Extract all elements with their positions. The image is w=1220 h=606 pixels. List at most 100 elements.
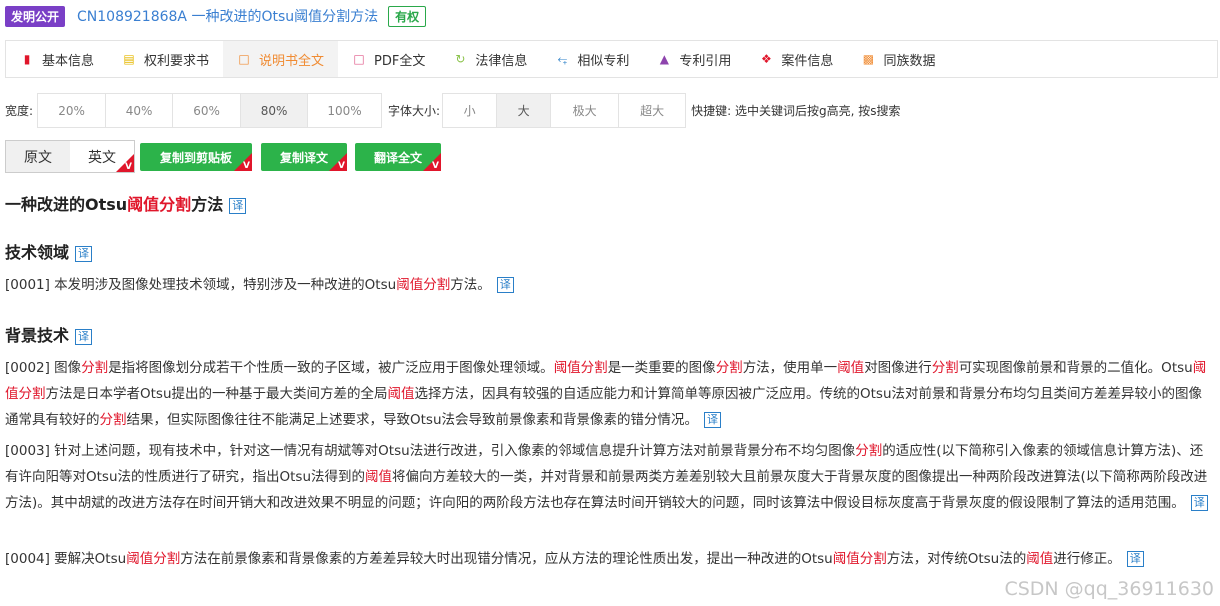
vip-mark: V (338, 161, 345, 171)
para-text: [0001] 本发明涉及图像处理技术领域，特别涉及一种改进的Otsu (5, 277, 397, 293)
section-heading-tech-field: 技术领域译 (5, 239, 93, 263)
section-heading-text: 技术领域 (5, 243, 70, 262)
width-option-60[interactable]: 60% (173, 94, 242, 127)
puzzle-icon: ▩ (862, 52, 875, 66)
width-option-20[interactable]: 20% (38, 94, 107, 127)
title-highlight: 阈值分割 (127, 195, 192, 214)
keyword-highlight: 阈值 (837, 360, 865, 376)
keyword-highlight: 分割 (855, 443, 883, 459)
document-icon: ▤ (123, 52, 135, 66)
tab-label: 权利要求书 (144, 53, 210, 69)
translate-icon[interactable]: 译 (1190, 495, 1208, 511)
tab-label: 同族数据 (883, 53, 936, 69)
width-option-100[interactable]: 100% (308, 94, 381, 127)
translate-icon[interactable]: 译 (496, 277, 514, 293)
keyword-highlight: 分割 (99, 412, 127, 428)
translate-icon[interactable]: 译 (229, 197, 247, 214)
keyword-highlight: 分割 (931, 360, 959, 376)
copy-to-clipboard-button[interactable]: 复制到剪贴板 V (140, 143, 252, 171)
font-option-small[interactable]: 小 (443, 94, 498, 127)
paragraph-0004: [0004] 要解决Otsu阈值分割方法在前景像素和背景像素的方差差异较大时出现… (5, 546, 1208, 572)
sitemap-icon: ▲ (659, 52, 670, 66)
tab-label: 案件信息 (781, 53, 834, 69)
para-text: [0003] 针对上述问题，现有技术中，针对这一情况有胡斌等对Otsu法进行改进… (5, 443, 856, 459)
para-text: 是一类重要的图像 (607, 360, 716, 376)
keyword-highlight: 阈值 (387, 386, 415, 402)
vip-corner-icon: V (234, 153, 252, 171)
para-text: 进行修正。 (1053, 551, 1121, 567)
keyword-highlight: 阈值分割 (396, 277, 451, 293)
button-label: 复制译文 (279, 150, 328, 165)
publication-badge: 发明公开 (5, 5, 66, 27)
font-option-xlarge[interactable]: 极大 (551, 94, 620, 127)
tab-case-info[interactable]: ❖ 案件信息 (745, 41, 847, 77)
tab-claims[interactable]: ▤ 权利要求书 (108, 41, 223, 77)
para-text: 方法，使用单一 (742, 360, 838, 376)
lang-english-label: 英文 (88, 149, 116, 166)
tab-citations[interactable]: ▲ 专利引用 (643, 41, 745, 77)
lang-original-button[interactable]: 原文 (6, 141, 70, 172)
translate-icon[interactable]: 译 (704, 412, 722, 428)
vip-corner-icon: V (423, 153, 441, 171)
tab-family[interactable]: ▩ 同族数据 (847, 41, 949, 77)
vip-mark: V (432, 161, 439, 171)
keyword-highlight: 阈值分割 (126, 551, 181, 567)
patent-title-link[interactable]: CN108921868A 一种改进的Otsu阈值分割方法 (77, 6, 378, 26)
tab-label: 说明书全文 (259, 53, 325, 69)
tab-basic-info[interactable]: ▮ 基本信息 (6, 41, 108, 77)
tab-label: 专利引用 (679, 53, 732, 69)
paragraph-0003: [0003] 针对上述问题，现有技术中，针对这一情况有胡斌等对Otsu法进行改进… (5, 438, 1208, 516)
font-option-xxlarge[interactable]: 超大 (619, 94, 685, 127)
tab-similar[interactable]: ⥆ 相似专利 (541, 41, 643, 77)
para-text: 方法，对传统Otsu法的 (886, 551, 1027, 567)
para-text: [0004] 要解决Otsu (5, 551, 127, 567)
patent-header: 发明公开 CN108921868A 一种改进的Otsu阈值分割方法 有权 (5, 5, 427, 27)
detail-tab-bar: ▮ 基本信息 ▤ 权利要求书 □ 说明书全文 □ PDF全文 ↻ 法律信息 ⥆ … (5, 40, 1218, 78)
tab-label: 法律信息 (475, 53, 528, 69)
width-label: 宽度: (5, 104, 34, 118)
tab-description[interactable]: □ 说明书全文 (223, 41, 339, 77)
button-label: 复制到剪贴板 (159, 150, 232, 165)
keyword-highlight: 阈值 (365, 469, 393, 485)
vip-mark: V (125, 162, 132, 172)
tab-pdf[interactable]: □ PDF全文 (338, 41, 439, 77)
paragraph-0001: [0001] 本发明涉及图像处理技术领域，特别涉及一种改进的Otsu阈值分割方法… (5, 272, 1208, 298)
keyword-highlight: 阈值分割 (832, 551, 887, 567)
translate-all-button[interactable]: 翻译全文 V (355, 143, 441, 171)
para-text: [0002] 图像 (5, 360, 82, 376)
vip-corner-icon: V (116, 123, 134, 172)
font-option-large[interactable]: 大 (497, 94, 552, 127)
width-option-80[interactable]: 80% (241, 94, 309, 127)
translate-icon[interactable]: 译 (75, 328, 93, 345)
watermark: CSDN @qq_36911630 (1004, 578, 1214, 600)
para-text: 是指将图像划分成若干个性质一致的子区域，被广泛应用于图像处理领域。 (108, 360, 554, 376)
translate-icon[interactable]: 译 (75, 245, 93, 262)
copy-translation-button[interactable]: 复制译文 V (261, 143, 347, 171)
width-selector: 20% 40% 60% 80% 100% (37, 93, 383, 128)
font-size-selector: 小 大 极大 超大 (442, 93, 687, 128)
section-heading-background: 背景技术译 (5, 322, 93, 346)
document-title: 一种改进的Otsu阈值分割方法译 (5, 191, 247, 215)
vip-corner-icon: V (329, 153, 347, 171)
keyword-highlight: 分割 (715, 360, 743, 376)
share-icon: ⥆ (557, 51, 568, 66)
tab-legal[interactable]: ↻ 法律信息 (439, 41, 541, 77)
para-text: 方法。 (450, 277, 491, 293)
refresh-icon: ↻ (455, 52, 466, 66)
para-text: 方法是日本学者Otsu提出的一种基于最大类间方差的全局 (45, 386, 388, 402)
vip-mark: V (243, 161, 250, 171)
tab-label: PDF全文 (374, 53, 426, 69)
translate-icon[interactable]: 译 (1126, 551, 1144, 567)
font-size-label: 字体大小: (388, 104, 441, 118)
para-text: 结果，但实际图像往往不能满足上述要求，导致Otsu法会导致前景像素和背景像素的错… (126, 412, 699, 428)
para-text: 对图像进行 (864, 360, 932, 376)
view-options-row: 宽度: 20% 40% 60% 80% 100% 字体大小: 小 大 极大 超大… (5, 93, 900, 128)
status-badge: 有权 (388, 5, 427, 27)
shortcut-hint: 快捷键: 选中关键词后按g高亮, 按s搜索 (691, 104, 901, 118)
tab-label: 相似专利 (577, 53, 630, 69)
title-text: 一种改进的Otsu (5, 195, 128, 214)
keyword-highlight: 阈值分割 (553, 360, 608, 376)
bookmark-icon: ▮ (23, 52, 31, 66)
lang-english-button[interactable]: 英文 V (70, 141, 134, 172)
title-text: 方法 (191, 195, 224, 214)
